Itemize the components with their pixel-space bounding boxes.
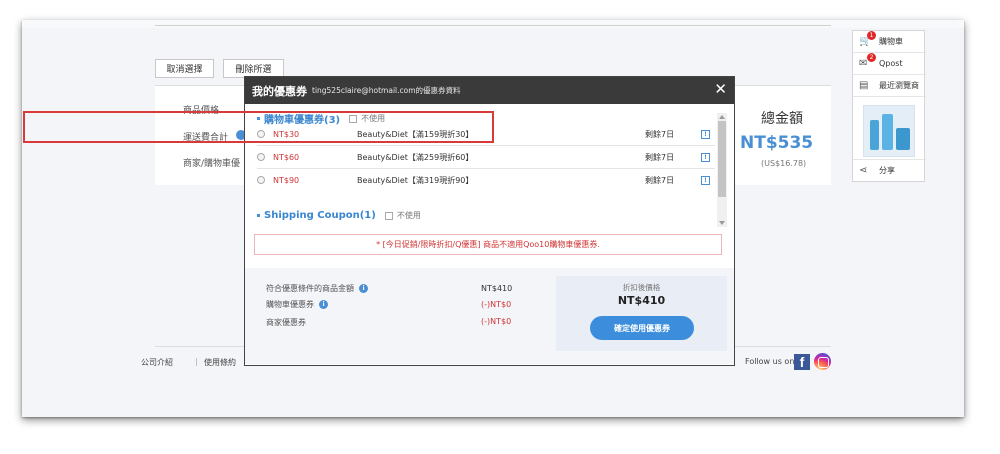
total-title: 總金額 [761,111,803,127]
coupon-amount: NT$90 [273,175,300,185]
final-price-label: 折扣後價格 [622,283,661,292]
coupon-amount: NT$60 [273,152,300,162]
cart-badge: 1 [867,31,876,40]
coupon-info-icon[interactable]: ! [701,129,710,139]
product-image [870,120,879,150]
scrollbar[interactable] [717,113,727,227]
footer-link-about[interactable]: 公司介紹 [141,357,173,368]
eligible-amount-label: 符合優惠條件的商品金額 [266,284,354,293]
side-item-cart[interactable]: 🛒 1 購物車 [853,31,926,53]
modal-title: 我的優惠券 [252,84,307,98]
side-panel: 🛒 1 購物車 ✉ 2 Qpost ▤ 最近瀏覽商 ⋖ 分享 [852,30,926,182]
divider [155,25,831,26]
coupon-info-icon[interactable]: ! [701,152,710,162]
eligible-amount-row: 符合優惠條件的商品金額 i [266,283,368,294]
top-strip [22,20,964,28]
footer-separator: | [195,357,198,366]
deselect-button[interactable]: 取消選擇 [155,59,214,78]
close-icon[interactable]: ✕ [714,82,727,97]
coupon-description: Beauty&Diet【滿319現折90】 [357,175,474,185]
share-label: 分享 [879,166,895,175]
coupon-days-left: 剩餘7日 [645,152,675,162]
qpost-badge: 2 [867,53,876,62]
final-price-box: 折扣後價格 NT$410 確定使用優惠券 [556,276,727,351]
total-amount: NT$535 [740,133,814,153]
scroll-down-icon[interactable] [719,221,725,225]
product-image [882,114,893,150]
info-icon[interactable]: i [319,300,328,309]
scrollbar-thumb[interactable] [718,121,726,197]
follow-us-label: Follow us on [745,357,795,366]
discount-summary: 符合優惠條件的商品金額 i NT$410 購物車優惠券 i (-)NT$0 商家… [245,268,734,364]
total-usd: (US$16.78) [761,159,807,168]
bullet-icon [257,214,260,217]
shop-coupon-label: 商家/購物車優 [183,159,241,169]
facebook-icon[interactable]: f [794,354,810,370]
coupon-row[interactable]: NT$60 Beauty&Diet【滿259現折60】 剩餘7日 ! [257,146,715,168]
side-item-label: 購物車 [879,37,903,46]
side-item-label: 最近瀏覽商 [879,81,919,90]
modal-subtitle: ting525claire@hotmail.com的優惠券資料 [312,86,461,95]
product-image [896,128,910,150]
shipping-coupon-title: Shipping Coupon(1) [264,210,376,221]
history-icon: ▤ [859,80,869,91]
coupon-description: Beauty&Diet【滿259現折60】 [357,152,474,162]
coupon-days-left: 剩餘7日 [645,129,675,139]
side-item-label: Qpost [879,59,903,68]
confirm-coupon-button[interactable]: 確定使用優惠券 [590,316,694,340]
cart-coupon-label: 購物車優惠券 [266,300,314,309]
coupon-days-left: 剩餘7日 [645,175,675,185]
side-item-history[interactable]: ▤ 最近瀏覽商 [853,75,926,97]
cart-coupon-row: 購物車優惠券 i [266,299,328,310]
cart-coupon-value: (-)NT$0 [481,300,512,309]
scroll-up-icon[interactable] [719,115,725,119]
eligible-amount-value: NT$410 [481,284,513,293]
coupon-radio[interactable] [257,176,265,184]
screenshot-frame: 取消選擇 刪除所選 商品價格 運送費合計 商家/購物車優 總金額 NT$535 … [22,20,964,417]
footer-link-terms[interactable]: 使用條約 [204,357,236,368]
share-icon: ⋖ [859,165,868,176]
product-thumbnail[interactable] [863,105,915,157]
final-price-value: NT$410 [617,294,666,307]
coupon-info-icon[interactable]: ! [701,175,710,185]
coupon-row[interactable]: NT$90 Beauty&Diet【滿319現折90】 剩餘7日 ! [257,169,715,191]
info-icon[interactable]: i [359,284,368,293]
shop-coupon-value: (-)NT$0 [481,317,512,326]
mail-icon: ✉ 2 [859,53,876,69]
selected-coupon-highlight [23,111,494,143]
side-item-qpost[interactable]: ✉ 2 Qpost [853,53,926,75]
shop-coupon-summary-label: 商家優惠券 [266,318,306,327]
instagram-icon[interactable] [814,353,831,370]
shipping-coupon-header: Shipping Coupon(1) 不使用 [257,210,421,221]
coupon-radio[interactable] [257,153,265,161]
side-item-share[interactable]: ⋖ 分享 [853,159,926,181]
cart-icon: 🛒 1 [859,31,876,47]
shipping-coupon-no-use-checkbox[interactable] [384,211,393,220]
no-use-label: 不使用 [396,211,421,220]
shop-coupon-row: 商家優惠券 [266,317,306,328]
modal-header: 我的優惠券 ting525claire@hotmail.com的優惠券資料 ✕ [245,77,734,104]
coupon-notice: * [今日促銷/限時折扣/Q優惠] 商品不適用Qoo10購物車優惠券. [254,234,722,255]
